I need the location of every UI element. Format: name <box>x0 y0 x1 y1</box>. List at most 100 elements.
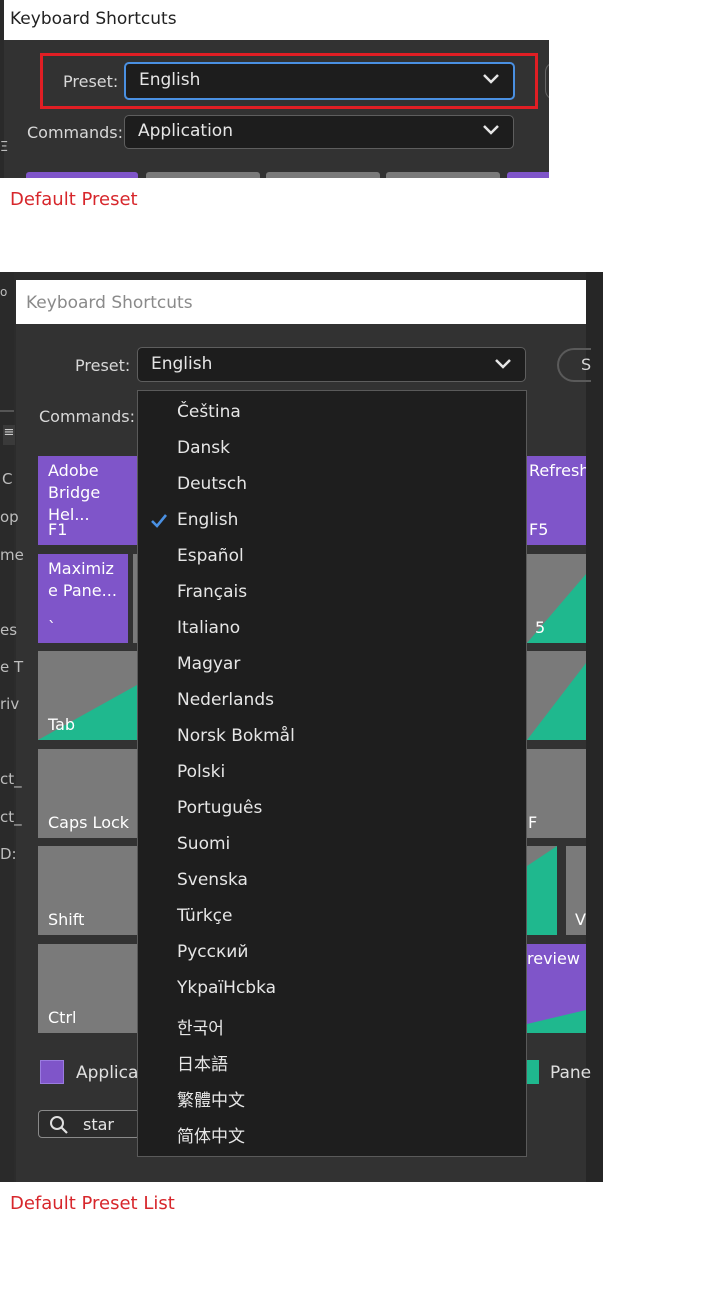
menu-item-italiano[interactable]: Italiano <box>138 612 526 648</box>
key-f1[interactable]: Adobe Bridge Hel... F1 <box>38 456 137 545</box>
menu-item-polski[interactable]: Polski <box>138 756 526 792</box>
chevron-down-icon <box>483 74 499 84</box>
key-ctrl[interactable]: Ctrl <box>38 944 137 1033</box>
menu-item-magyar[interactable]: Magyar <box>138 648 526 684</box>
commands-label: Commands: <box>39 407 135 426</box>
key-shift[interactable]: Shift <box>38 846 137 935</box>
menu-item-label: English <box>177 510 239 530</box>
panel-swatch <box>527 1060 539 1084</box>
menu-item-label: Dansk <box>177 438 230 458</box>
key-partial[interactable] <box>386 172 500 178</box>
menu-item-traditional-chinese[interactable]: 繁體中文 <box>138 1080 526 1116</box>
dialog-title: Keyboard Shortcuts <box>26 293 193 313</box>
menu-item-label: Svenska <box>177 870 248 890</box>
checkmark-icon <box>151 514 168 528</box>
menu-item-dansk[interactable]: Dansk <box>138 432 526 468</box>
commands-dropdown[interactable]: Application <box>124 115 514 149</box>
right-side-strip <box>586 272 603 1182</box>
menu-item-norsk-bokmal[interactable]: Norsk Bokmål <box>138 720 526 756</box>
key-partial[interactable] <box>146 172 260 178</box>
preset-dropdown-menu: Čeština Dansk Deutsch English Español Fr… <box>137 390 527 1157</box>
menu-item-portugues[interactable]: Português <box>138 792 526 828</box>
menu-item-label: 한국어 <box>177 1019 224 1039</box>
menu-item-deutsch[interactable]: Deutsch <box>138 468 526 504</box>
menu-item-label: Deutsch <box>177 474 247 494</box>
menu-item-label: 日本語 <box>177 1055 228 1075</box>
menu-item-ukrainian[interactable]: YkpaїHcbka <box>138 972 526 1008</box>
dialog-title: Keyboard Shortcuts <box>10 9 177 29</box>
side-text-fragment: es <box>0 621 18 639</box>
key-command-name: Adobe Bridge Hel... <box>48 461 101 524</box>
key-label: V <box>575 910 586 929</box>
chevron-down-icon <box>483 125 499 135</box>
key-shortcut: F1 <box>48 520 68 539</box>
menu-item-nederlands[interactable]: Nederlands <box>138 684 526 720</box>
key-partial[interactable] <box>26 172 138 178</box>
key-backtick[interactable]: Maximiz e Pane... ` <box>38 554 128 643</box>
menu-item-espanol[interactable]: Español <box>138 540 526 576</box>
key-partial[interactable] <box>527 846 557 935</box>
menu-item-label: Español <box>177 546 244 566</box>
chevron-down-icon <box>495 359 511 369</box>
edge-fragment: Ξ <box>0 140 9 155</box>
side-text-fragment: op <box>0 508 19 526</box>
menu-item-label: Italiano <box>177 618 241 638</box>
save-as-button-edge[interactable] <box>545 62 549 100</box>
search-input[interactable]: star <box>38 1110 140 1138</box>
keyboard-shortcuts-dialog-top: Keyboard Shortcuts Ξ Preset: English Com… <box>0 0 549 178</box>
side-text-fragment: ct_ <box>0 770 22 788</box>
application-swatch <box>40 1060 64 1084</box>
key-command-name: Maximiz e Pane... <box>48 559 117 600</box>
menu-item-english[interactable]: English <box>138 504 526 540</box>
legend-panel-label: Pane <box>550 1063 592 1083</box>
menu-item-label: Norsk Bokmål <box>177 726 295 746</box>
menu-item-japanese[interactable]: 日本語 <box>138 1044 526 1080</box>
key-partial[interactable] <box>266 172 380 178</box>
key-partial[interactable] <box>507 172 549 178</box>
key-5[interactable]: 5 <box>527 554 586 643</box>
menu-item-label: 繁體中文 <box>177 1091 245 1111</box>
menu-item-korean[interactable]: 한국어 <box>138 1008 526 1044</box>
key-command-name: Refresh <box>529 461 586 480</box>
preset-label: Preset: <box>75 356 131 375</box>
key-caps-lock[interactable]: Caps Lock <box>38 749 137 838</box>
menu-item-label: Nederlands <box>177 690 274 710</box>
menu-item-svenska[interactable]: Svenska <box>138 864 526 900</box>
side-text-fragment: me <box>0 546 24 564</box>
menu-item-francais[interactable]: Français <box>138 576 526 612</box>
key-f5[interactable]: Refresh F5 <box>527 456 586 545</box>
commands-value: Application <box>138 121 233 141</box>
menu-item-label: 简体中文 <box>177 1127 245 1147</box>
panel-triangle <box>527 663 586 740</box>
key-preview[interactable]: review <box>527 944 586 1033</box>
menu-item-label: Magyar <box>177 654 241 674</box>
menu-item-suomi[interactable]: Suomi <box>138 828 526 864</box>
key-v[interactable]: V <box>566 846 586 935</box>
caption-default-preset-list: Default Preset List <box>10 1193 175 1214</box>
key-label: Shift <box>48 910 85 929</box>
preset-value: English <box>151 354 213 374</box>
menu-item-cestina[interactable]: Čeština <box>138 396 526 432</box>
menu-item-label: Português <box>177 798 263 818</box>
menu-item-simplified-chinese[interactable]: 简体中文 <box>138 1116 526 1152</box>
menu-item-russian[interactable]: Русский <box>138 936 526 972</box>
key-shortcut: 5 <box>535 618 546 637</box>
menu-item-label: Türkçe <box>177 906 233 926</box>
save-as-button-edge[interactable]: S <box>557 348 591 382</box>
side-text-fragment: D: <box>0 845 17 863</box>
side-text-fragment: ct_ <box>0 808 22 826</box>
key-partial[interactable] <box>527 651 586 740</box>
edge-fragment: o <box>0 285 8 299</box>
preset-value: English <box>139 70 201 90</box>
commands-label: Commands: <box>27 123 123 142</box>
key-tab[interactable]: Tab <box>38 651 137 740</box>
preset-label: Preset: <box>63 72 119 91</box>
side-text-fragment: e T <box>0 658 24 676</box>
menu-item-label: Suomi <box>177 834 231 854</box>
preset-dropdown[interactable]: English <box>137 347 526 382</box>
menu-item-turkce[interactable]: Türkçe <box>138 900 526 936</box>
key-command-name: review <box>527 949 580 968</box>
key-f[interactable]: F <box>527 749 586 838</box>
list-icon[interactable]: ≡ <box>3 425 15 445</box>
preset-dropdown[interactable]: English <box>124 62 515 100</box>
